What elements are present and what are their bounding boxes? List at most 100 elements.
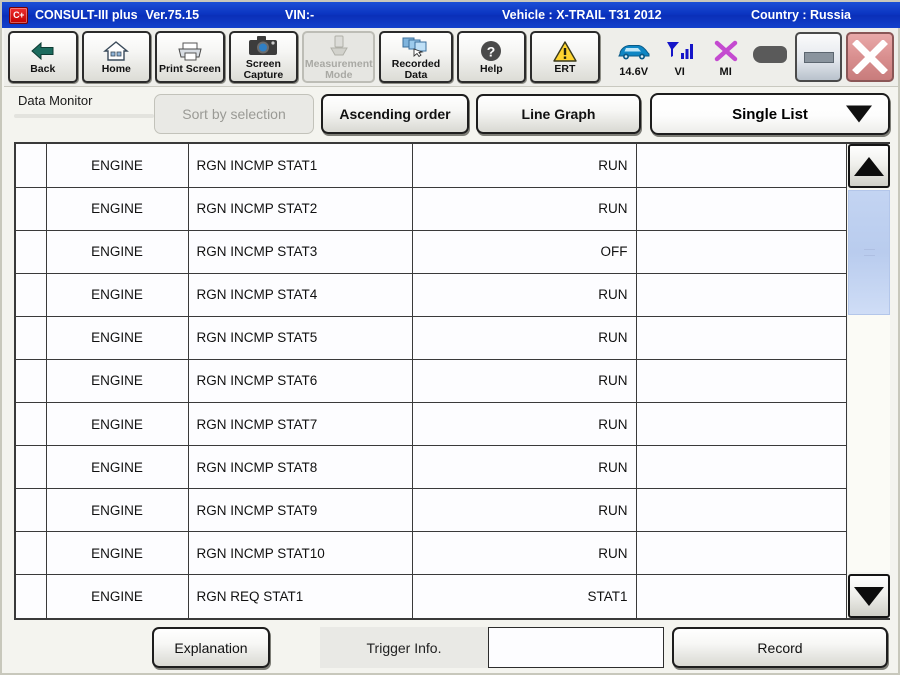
voltage-status: 14.6V bbox=[611, 37, 657, 83]
row-system-cell: ENGINE bbox=[46, 187, 189, 231]
row-system-cell: ENGINE bbox=[46, 273, 189, 317]
table-row[interactable]: ENGINE RGN INCMP STAT4 RUN bbox=[16, 273, 846, 317]
row-item-cell: RGN INCMP STAT1 bbox=[188, 144, 413, 188]
tab-underline bbox=[14, 114, 154, 118]
table-row[interactable]: ENGINE RGN INCMP STAT9 RUN bbox=[16, 488, 846, 533]
row-item-cell: RGN INCMP STAT5 bbox=[188, 316, 413, 360]
row-select-cell[interactable] bbox=[16, 574, 47, 618]
table-row[interactable]: ENGINE RGN REQ STAT1 STAT1 bbox=[16, 574, 846, 618]
row-item-cell: RGN INCMP STAT9 bbox=[188, 488, 413, 533]
help-button[interactable]: ? Help bbox=[456, 31, 527, 83]
row-unit-cell bbox=[636, 144, 846, 188]
svg-text:?: ? bbox=[487, 44, 496, 60]
explanation-button[interactable]: Explanation bbox=[152, 627, 270, 668]
minimize-icon bbox=[803, 51, 834, 63]
scrollbar-track[interactable] bbox=[848, 190, 890, 572]
recorded-data-button-label-2: Data bbox=[404, 68, 428, 81]
trigger-info-label: Trigger Info. bbox=[320, 627, 488, 668]
row-item-cell: RGN INCMP STAT2 bbox=[188, 187, 413, 231]
row-value-cell: RUN bbox=[412, 402, 637, 447]
sort-by-selection-button[interactable]: Sort by selection bbox=[154, 94, 314, 134]
table-scrollbar[interactable] bbox=[846, 144, 890, 618]
scroll-down-arrow-icon bbox=[854, 586, 884, 606]
table-row[interactable]: ENGINE RGN INCMP STAT5 RUN bbox=[16, 316, 846, 360]
scrollbar-thumb[interactable] bbox=[848, 190, 890, 315]
vehicle-label: Vehicle : X-TRAIL T31 2012 bbox=[502, 8, 662, 22]
row-system-cell: ENGINE bbox=[46, 574, 189, 618]
screen-capture-button-label-1: Screen bbox=[245, 57, 281, 70]
row-select-cell[interactable] bbox=[16, 488, 47, 533]
home-button[interactable]: Home bbox=[81, 31, 152, 83]
print-screen-button-label: Print Screen bbox=[158, 63, 221, 75]
row-select-cell[interactable] bbox=[16, 402, 47, 447]
print-screen-button[interactable]: Print Screen bbox=[155, 31, 225, 83]
voltage-label: 14.6V bbox=[619, 66, 649, 78]
line-graph-button[interactable]: Line Graph bbox=[476, 94, 641, 134]
row-item-cell: RGN INCMP STAT3 bbox=[188, 230, 413, 274]
row-select-cell[interactable] bbox=[16, 273, 47, 317]
trigger-info-text: Trigger Info. bbox=[366, 639, 442, 656]
row-unit-cell bbox=[636, 445, 846, 490]
row-unit-cell bbox=[636, 359, 846, 403]
row-system-cell: ENGINE bbox=[46, 230, 189, 274]
table-row[interactable]: ENGINE RGN INCMP STAT2 RUN bbox=[16, 187, 846, 231]
table-row[interactable]: ENGINE RGN INCMP STAT1 RUN bbox=[16, 144, 846, 188]
row-value-cell: RUN bbox=[412, 187, 637, 231]
row-item-cell: RGN INCMP STAT4 bbox=[188, 273, 413, 317]
row-select-cell[interactable] bbox=[16, 187, 47, 231]
recorded-data-button[interactable]: Recorded Data bbox=[379, 31, 453, 83]
row-select-cell[interactable] bbox=[16, 144, 47, 188]
row-select-cell[interactable] bbox=[16, 531, 47, 576]
row-unit-cell bbox=[636, 230, 846, 274]
back-button[interactable]: Back bbox=[8, 31, 78, 83]
row-select-cell[interactable] bbox=[16, 359, 47, 403]
row-value-cell: RUN bbox=[412, 144, 637, 188]
help-button-label: Help bbox=[479, 63, 503, 75]
data-monitor-tab[interactable]: Data Monitor bbox=[14, 91, 154, 118]
home-icon bbox=[103, 39, 130, 63]
row-select-cell[interactable] bbox=[16, 230, 47, 274]
row-item-cell: RGN INCMP STAT7 bbox=[188, 402, 413, 447]
table-row[interactable]: ENGINE RGN INCMP STAT3 OFF bbox=[16, 230, 846, 274]
row-system-cell: ENGINE bbox=[46, 445, 189, 490]
row-unit-cell bbox=[636, 574, 846, 618]
table-row[interactable]: ENGINE RGN INCMP STAT7 RUN bbox=[16, 402, 846, 447]
table-row[interactable]: ENGINE RGN INCMP STAT6 RUN bbox=[16, 359, 846, 403]
scroll-up-arrow-icon bbox=[854, 156, 884, 176]
row-value-cell: RUN bbox=[412, 359, 637, 403]
row-unit-cell bbox=[636, 488, 846, 533]
screen-capture-button[interactable]: Screen Capture bbox=[228, 31, 299, 83]
measurement-mode-button[interactable]: Measurement Mode bbox=[302, 31, 376, 83]
camera-icon bbox=[248, 34, 278, 58]
app-version-label: Ver.75.15 bbox=[145, 8, 200, 22]
scroll-down-button[interactable] bbox=[848, 574, 890, 618]
sub-header: Data Monitor Sort by selection Ascending… bbox=[4, 87, 898, 139]
measurement-mode-icon bbox=[327, 34, 351, 58]
row-item-cell: RGN INCMP STAT6 bbox=[188, 359, 413, 403]
ascending-order-button[interactable]: Ascending order bbox=[321, 94, 469, 134]
main-toolbar: Back Home Print Screen Screen Capture Me… bbox=[4, 28, 898, 87]
row-item-cell: RGN REQ STAT1 bbox=[188, 574, 413, 618]
close-icon bbox=[852, 40, 889, 74]
footer-bar: Explanation Trigger Info. Record bbox=[4, 622, 898, 673]
record-button[interactable]: Record bbox=[672, 627, 888, 668]
minimize-button[interactable] bbox=[794, 32, 843, 82]
row-unit-cell bbox=[636, 187, 846, 231]
row-select-cell[interactable] bbox=[16, 316, 47, 360]
close-button[interactable] bbox=[846, 32, 895, 82]
data-monitor-tab-label: Data Monitor bbox=[18, 93, 93, 108]
row-value-cell: RUN bbox=[412, 488, 637, 533]
ert-button[interactable]: ERT bbox=[530, 31, 600, 83]
scroll-up-button[interactable] bbox=[848, 144, 890, 188]
table-row[interactable]: ENGINE RGN INCMP STAT8 RUN bbox=[16, 445, 846, 490]
battery-pill-icon bbox=[752, 46, 787, 63]
help-question-icon: ? bbox=[479, 39, 503, 63]
trigger-info-field[interactable] bbox=[488, 627, 664, 668]
table-row[interactable]: ENGINE RGN INCMP STAT10 RUN bbox=[16, 531, 846, 576]
row-system-cell: ENGINE bbox=[46, 488, 189, 533]
list-mode-dropdown[interactable]: Single List bbox=[650, 93, 890, 135]
record-button-label: Record bbox=[757, 639, 803, 656]
consult-iii-plus-window: C+ CONSULT-III plus Ver.75.15 VIN:- Vehi… bbox=[0, 0, 900, 675]
vi-status: VI bbox=[657, 37, 703, 83]
row-select-cell[interactable] bbox=[16, 445, 47, 490]
